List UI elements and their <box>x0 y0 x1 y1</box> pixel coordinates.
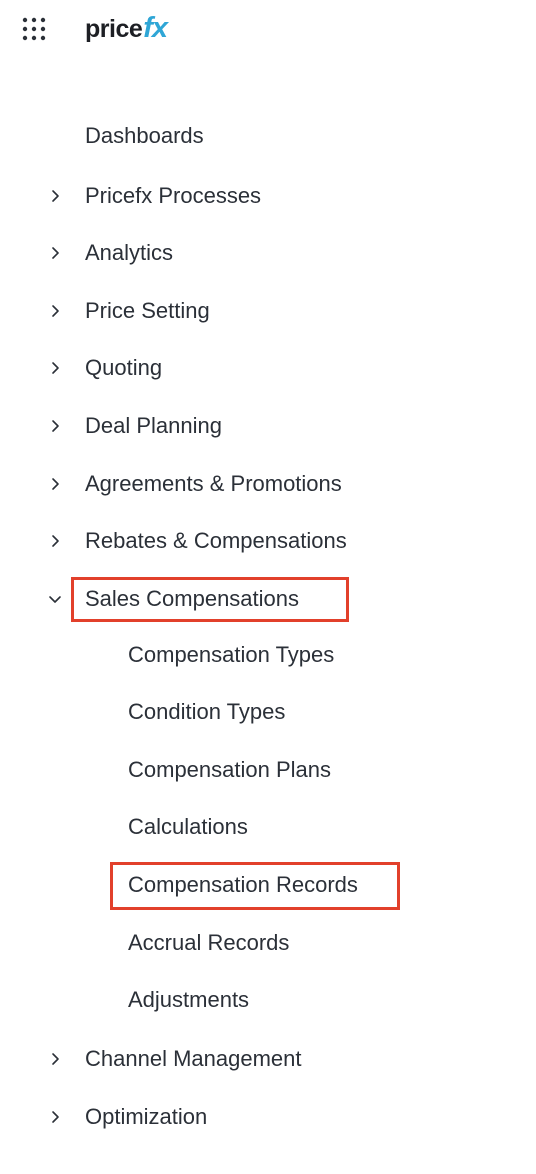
chevron-down-icon <box>48 592 62 606</box>
main-menu: Dashboards Pricefx Processes Analytics P… <box>0 0 536 1174</box>
chevron-right-icon <box>48 1110 62 1124</box>
menu-item-label: Deal Planning <box>85 413 222 438</box>
submenu-item-compensation-plans[interactable]: Compensation Plans <box>0 750 536 790</box>
submenu-item-label: Adjustments <box>128 987 250 1012</box>
submenu-item-label: Accrual Records <box>128 930 290 955</box>
menu-item-rebates-compensations[interactable]: Rebates & Compensations <box>0 521 536 561</box>
chevron-right-icon <box>48 361 62 375</box>
submenu-item-label: Compensation Types <box>128 642 335 667</box>
chevron-right-icon <box>48 246 62 260</box>
menu-item-label: Sales Compensations <box>85 586 300 611</box>
submenu-item-compensation-records[interactable]: Compensation Records <box>0 865 536 905</box>
menu-item-channel-management[interactable]: Channel Management <box>0 1039 536 1079</box>
chevron-right-icon <box>48 304 62 318</box>
submenu-item-label: Calculations <box>128 814 248 839</box>
navigation-panel: price fx Dashboards Pricefx Processes An… <box>0 0 536 1174</box>
menu-item-label: Rebates & Compensations <box>85 528 347 553</box>
menu-item-label: Optimization <box>85 1104 208 1129</box>
menu-item-label: Channel Management <box>85 1046 302 1071</box>
chevron-right-icon <box>48 534 62 548</box>
menu-item-dashboards[interactable]: Dashboards <box>0 116 536 156</box>
chevron-right-icon <box>48 1052 62 1066</box>
submenu-item-compensation-types[interactable]: Compensation Types <box>0 635 536 675</box>
menu-item-quoting[interactable]: Quoting <box>0 348 536 388</box>
menu-item-label: Price Setting <box>85 298 210 323</box>
menu-item-sales-compensations[interactable]: Sales Compensations <box>0 579 536 619</box>
submenu-item-accrual-records[interactable]: Accrual Records <box>0 923 536 963</box>
menu-item-agreements-promotions[interactable]: Agreements & Promotions <box>0 464 536 504</box>
menu-item-label: Quoting <box>85 355 163 380</box>
menu-item-label: Dashboards <box>85 123 204 148</box>
chevron-right-icon <box>48 477 62 491</box>
menu-item-pricefx-processes[interactable]: Pricefx Processes <box>0 176 536 216</box>
menu-item-optimization[interactable]: Optimization <box>0 1097 536 1137</box>
menu-item-label: Pricefx Processes <box>85 183 262 208</box>
menu-item-deal-planning[interactable]: Deal Planning <box>0 406 536 446</box>
submenu-item-adjustments[interactable]: Adjustments <box>0 980 536 1020</box>
menu-item-label: Agreements & Promotions <box>85 471 342 496</box>
menu-item-analytics[interactable]: Analytics <box>0 233 536 273</box>
submenu-item-condition-types[interactable]: Condition Types <box>0 692 536 732</box>
chevron-right-icon <box>48 419 62 433</box>
submenu-item-calculations[interactable]: Calculations <box>0 807 536 847</box>
submenu-item-label: Compensation Records <box>128 872 358 897</box>
submenu-item-label: Condition Types <box>128 699 286 724</box>
chevron-right-icon <box>48 189 62 203</box>
submenu-item-label: Compensation Plans <box>128 757 332 782</box>
menu-item-price-setting[interactable]: Price Setting <box>0 291 536 331</box>
menu-item-label: Analytics <box>85 240 174 265</box>
